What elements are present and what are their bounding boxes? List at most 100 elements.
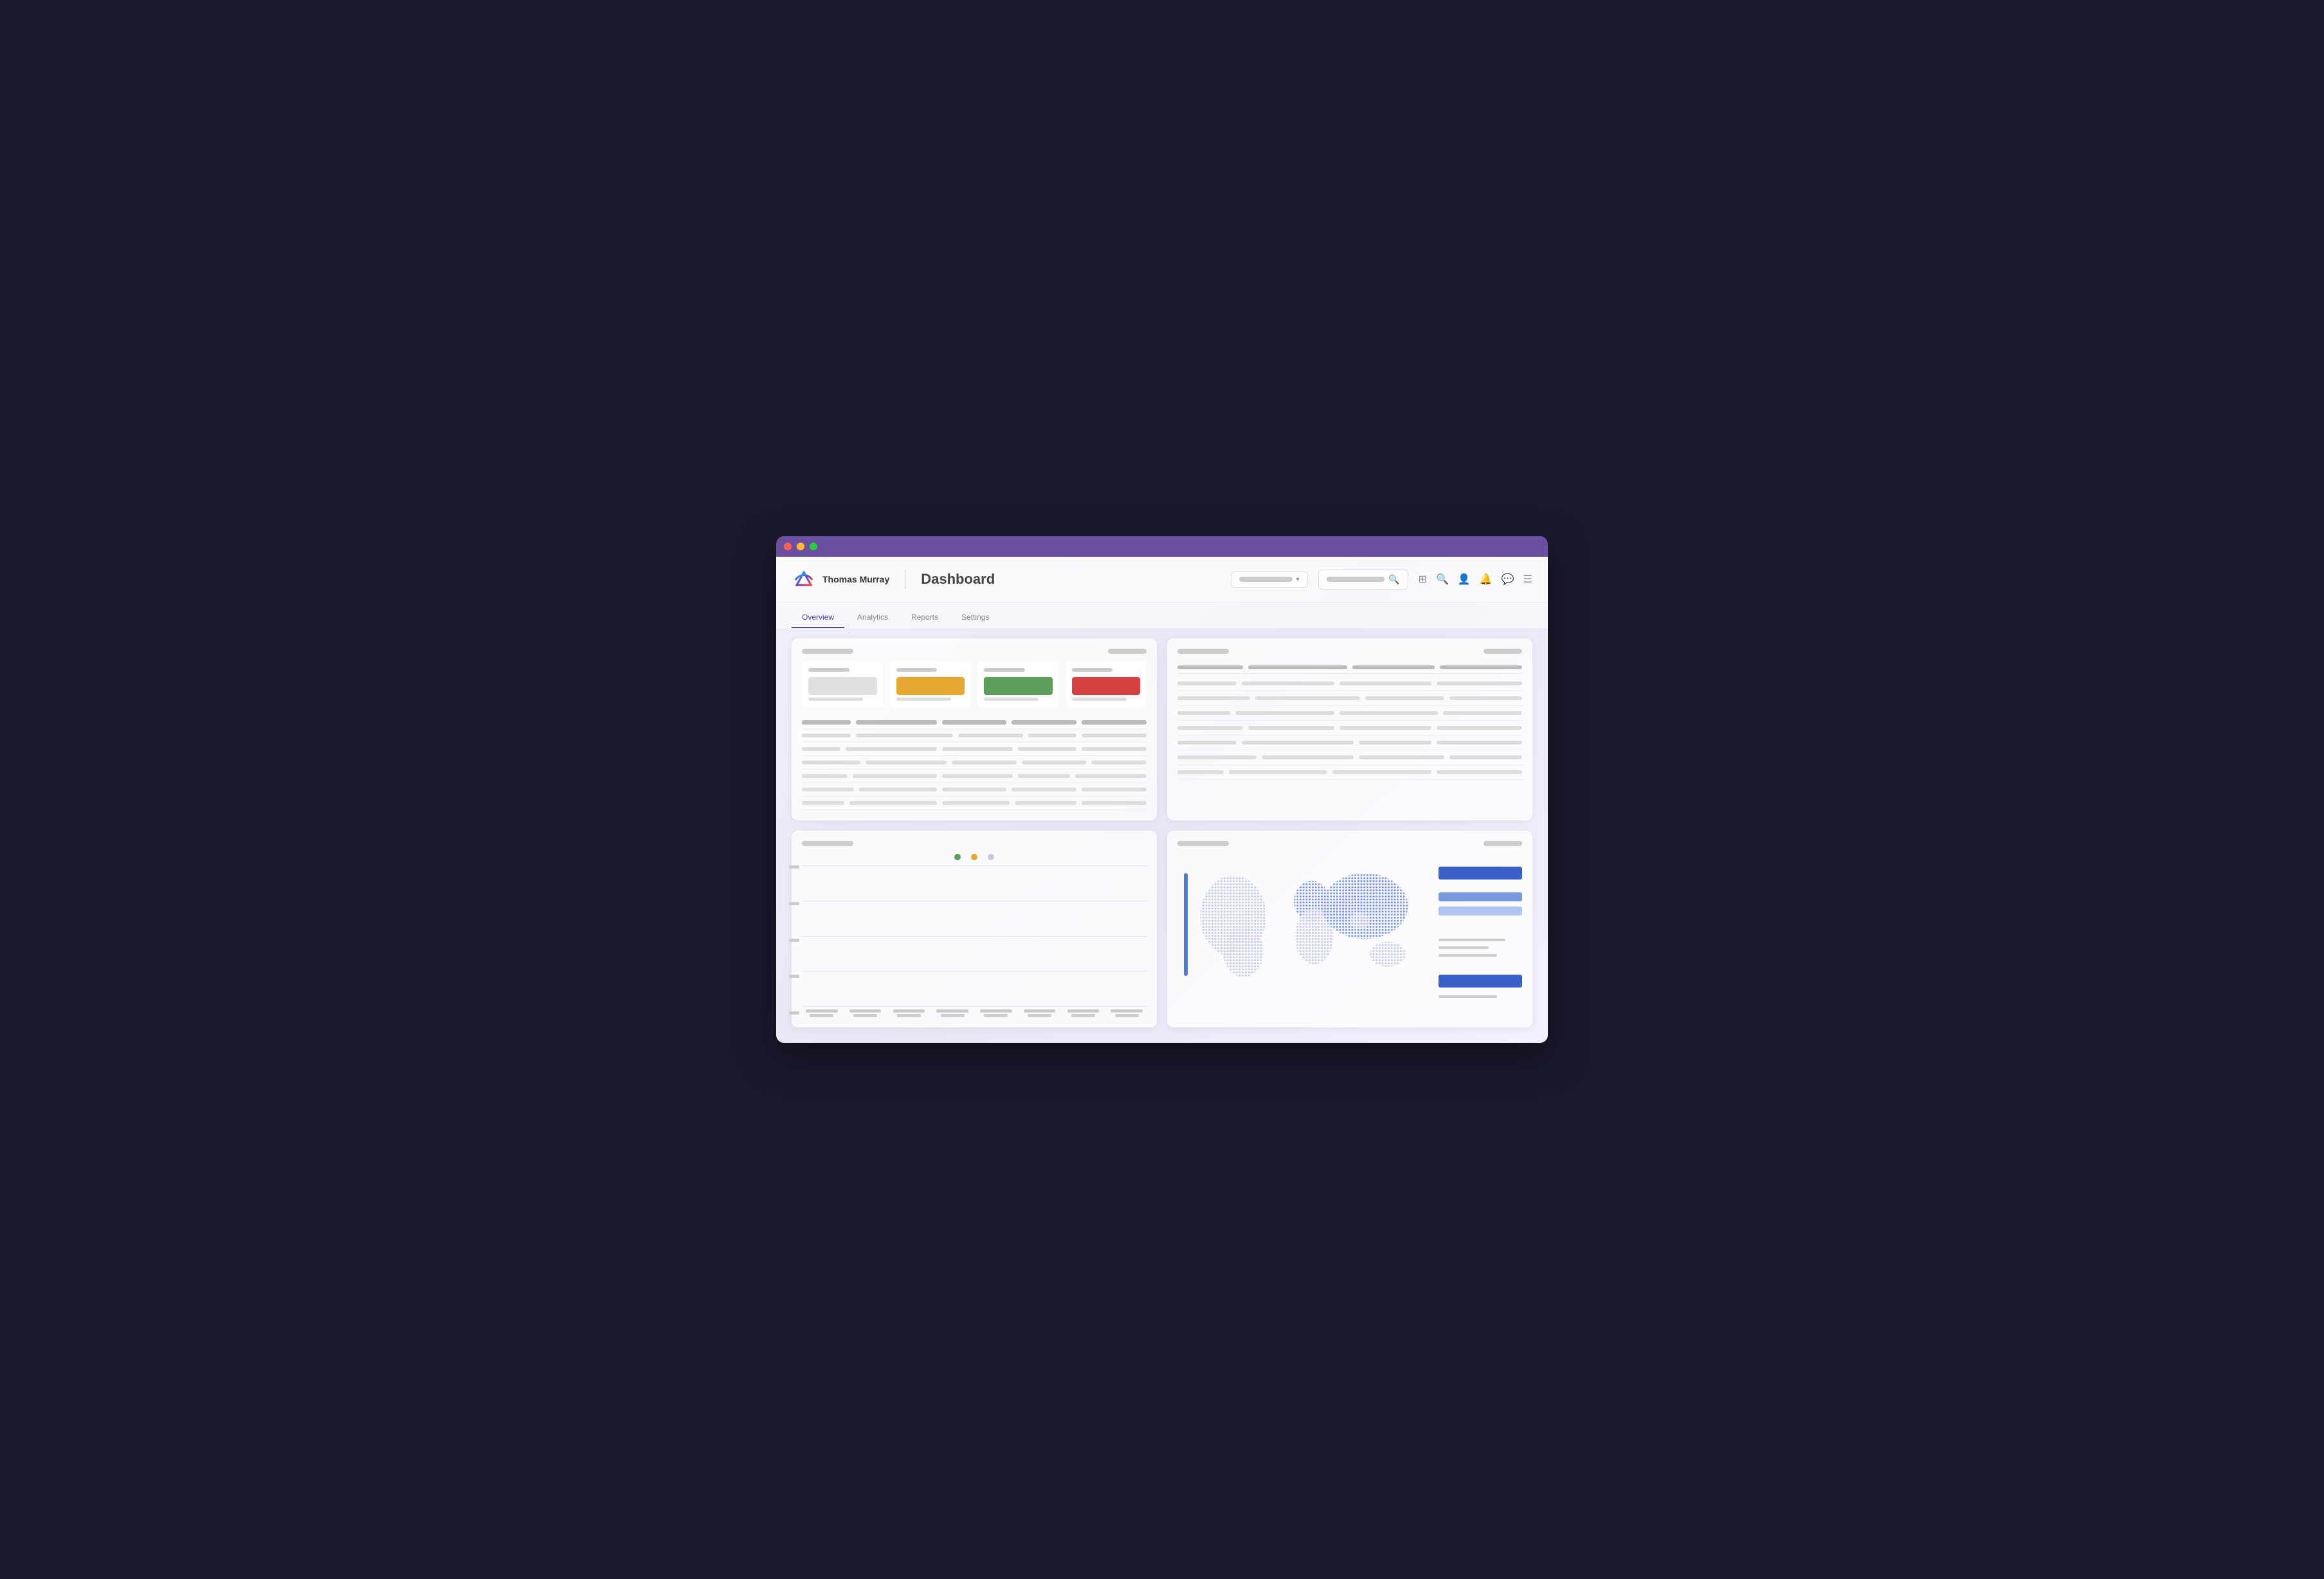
user-icon[interactable]: 👤 bbox=[1458, 573, 1471, 586]
stat-label-3 bbox=[984, 668, 1025, 672]
chart-area bbox=[802, 854, 1147, 1030]
legend-label-2 bbox=[1439, 946, 1489, 949]
x-label bbox=[936, 1009, 968, 1013]
tab-settings[interactable]: Settings bbox=[951, 608, 999, 628]
x-label bbox=[810, 1014, 833, 1017]
search-icon: 🔍 bbox=[1388, 574, 1399, 585]
map-area bbox=[1177, 854, 1431, 999]
maximize-button[interactable] bbox=[810, 543, 817, 550]
x-label bbox=[1115, 1014, 1139, 1017]
titlebar bbox=[776, 536, 1548, 557]
x-label bbox=[897, 1014, 921, 1017]
table-header bbox=[802, 716, 1147, 729]
x-label bbox=[1071, 1014, 1095, 1017]
x-label bbox=[1024, 1009, 1055, 1013]
stat-sub-4 bbox=[1072, 698, 1127, 701]
x-label bbox=[893, 1009, 925, 1013]
app-window: Thomas Murray Dashboard ▾ 🔍 ⊞ 🔍 👤 🔔 💬 ☰ bbox=[776, 536, 1548, 1043]
bell-icon[interactable]: 🔔 bbox=[1480, 573, 1493, 586]
y-label bbox=[789, 865, 799, 869]
panel-list-header bbox=[1177, 649, 1522, 654]
legend-item-b bbox=[971, 854, 977, 860]
x-label bbox=[984, 1014, 1008, 1017]
list-item[interactable] bbox=[1177, 735, 1522, 750]
dropdown-text bbox=[1239, 577, 1293, 582]
y-label bbox=[789, 902, 799, 905]
x-axis bbox=[802, 1009, 1147, 1017]
tab-analytics[interactable]: Analytics bbox=[847, 608, 898, 628]
stat-sub-2 bbox=[896, 698, 951, 701]
header: Thomas Murray Dashboard ▾ 🔍 ⊞ 🔍 👤 🔔 💬 ☰ bbox=[776, 557, 1548, 602]
stat-bar-4 bbox=[1072, 677, 1141, 695]
table-row bbox=[802, 756, 1147, 770]
panel-stats bbox=[792, 638, 1157, 820]
header-search[interactable]: 🔍 bbox=[1318, 570, 1408, 590]
list-item[interactable] bbox=[1177, 721, 1522, 735]
header-dropdown[interactable]: ▾ bbox=[1231, 572, 1308, 588]
col-header-1 bbox=[802, 720, 851, 725]
stat-card-1 bbox=[802, 662, 884, 707]
stat-cards bbox=[802, 662, 1147, 707]
x-label bbox=[1111, 1009, 1142, 1013]
x-label-group bbox=[846, 1009, 885, 1017]
legend-dot-gray bbox=[988, 854, 994, 860]
x-label bbox=[980, 1009, 1012, 1013]
list-item[interactable] bbox=[1177, 706, 1522, 721]
panel-stats-header bbox=[802, 649, 1147, 654]
legend-label-1 bbox=[1439, 939, 1505, 941]
panel-stats-title bbox=[802, 649, 853, 654]
list-item[interactable] bbox=[1177, 765, 1522, 780]
minimize-button[interactable] bbox=[797, 543, 804, 550]
stat-bar-2 bbox=[896, 677, 965, 695]
x-label bbox=[941, 1014, 965, 1017]
legend-bar-2 bbox=[1439, 892, 1522, 901]
x-label-group bbox=[802, 1009, 842, 1017]
page-title: Dashboard bbox=[921, 571, 995, 588]
chart-container bbox=[802, 865, 1147, 1030]
legend-item-3 bbox=[1439, 907, 1522, 916]
search-placeholder bbox=[1327, 577, 1385, 582]
x-label-group bbox=[976, 1009, 1016, 1017]
col-header-5 bbox=[1082, 720, 1147, 725]
text-list bbox=[1177, 662, 1522, 780]
table-row bbox=[802, 770, 1147, 783]
stat-bar-3 bbox=[984, 677, 1053, 695]
legend-dot-green bbox=[954, 854, 961, 860]
panel-list-action bbox=[1484, 649, 1522, 654]
menu-icon[interactable]: ☰ bbox=[1523, 573, 1532, 586]
bars-container bbox=[802, 865, 1147, 1007]
stat-card-4 bbox=[1066, 662, 1147, 707]
list-header bbox=[1177, 662, 1522, 674]
app-content: Thomas Murray Dashboard ▾ 🔍 ⊞ 🔍 👤 🔔 💬 ☰ bbox=[776, 557, 1548, 1043]
stats-table bbox=[802, 716, 1147, 810]
table-row bbox=[802, 797, 1147, 810]
list-item[interactable] bbox=[1177, 676, 1522, 691]
chat-icon[interactable]: 💬 bbox=[1502, 573, 1514, 586]
legend-item-4 bbox=[1439, 975, 1522, 988]
legend-label-4 bbox=[1439, 995, 1497, 998]
y-label bbox=[789, 1011, 799, 1015]
close-button[interactable] bbox=[784, 543, 792, 550]
list-item[interactable] bbox=[1177, 750, 1522, 765]
stat-bar-1 bbox=[808, 677, 877, 695]
tab-reports[interactable]: Reports bbox=[901, 608, 949, 628]
grid-icon[interactable]: ⊞ bbox=[1419, 573, 1427, 586]
chart-legend bbox=[802, 854, 1147, 860]
legend-bar-4 bbox=[1439, 975, 1522, 988]
x-label bbox=[1067, 1009, 1099, 1013]
list-item[interactable] bbox=[1177, 691, 1522, 706]
search-icon[interactable]: 🔍 bbox=[1436, 573, 1449, 586]
panel-map-title bbox=[1177, 841, 1229, 846]
legend-label-3 bbox=[1439, 954, 1497, 957]
chart-bars-area bbox=[802, 865, 1147, 1007]
x-label bbox=[853, 1014, 877, 1017]
stat-label-4 bbox=[1072, 668, 1113, 672]
map-panel bbox=[1177, 854, 1522, 999]
stat-label-2 bbox=[896, 668, 938, 672]
col-header-3 bbox=[942, 720, 1007, 725]
tab-overview[interactable]: Overview bbox=[792, 608, 844, 628]
stat-sub-3 bbox=[984, 698, 1039, 701]
table-row bbox=[802, 783, 1147, 797]
panel-map-action bbox=[1484, 841, 1522, 846]
stat-card-2 bbox=[890, 662, 972, 707]
